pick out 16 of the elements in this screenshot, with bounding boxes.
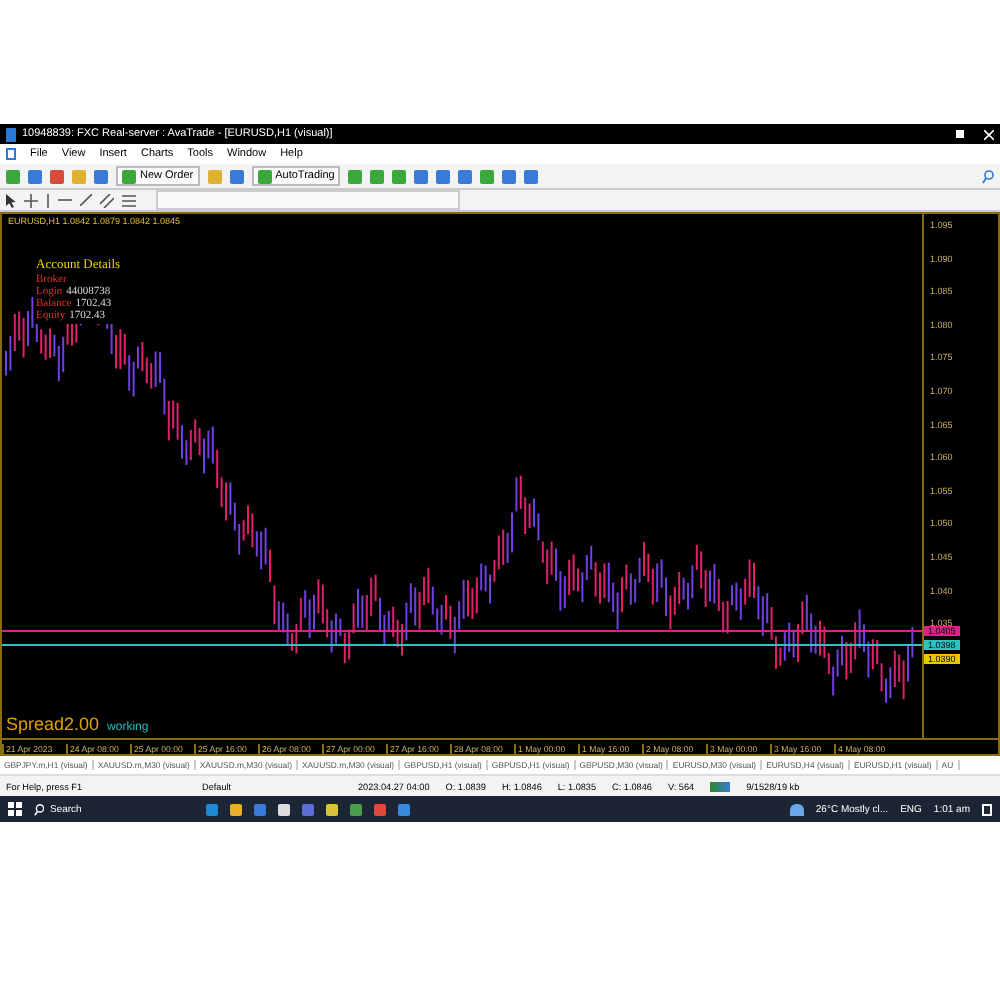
document-icon [6, 148, 16, 160]
app-icon [6, 127, 16, 141]
horizontal-line-icon[interactable] [58, 198, 72, 202]
vertical-line-icon[interactable] [46, 193, 50, 207]
channel-icon[interactable] [100, 193, 114, 207]
trendline-icon[interactable] [80, 194, 92, 206]
spread-label: Spread2.00 [6, 714, 100, 734]
search-icon [34, 803, 44, 815]
search-icon[interactable] [982, 169, 994, 183]
notification-icon[interactable] [982, 803, 992, 815]
weather-icon [789, 803, 804, 815]
fibonacci-icon[interactable] [122, 193, 136, 207]
cursor-icon[interactable] [6, 193, 16, 207]
close-icon[interactable] [984, 129, 994, 139]
windows-icon[interactable] [8, 802, 22, 816]
crosshair-icon[interactable] [24, 193, 38, 207]
